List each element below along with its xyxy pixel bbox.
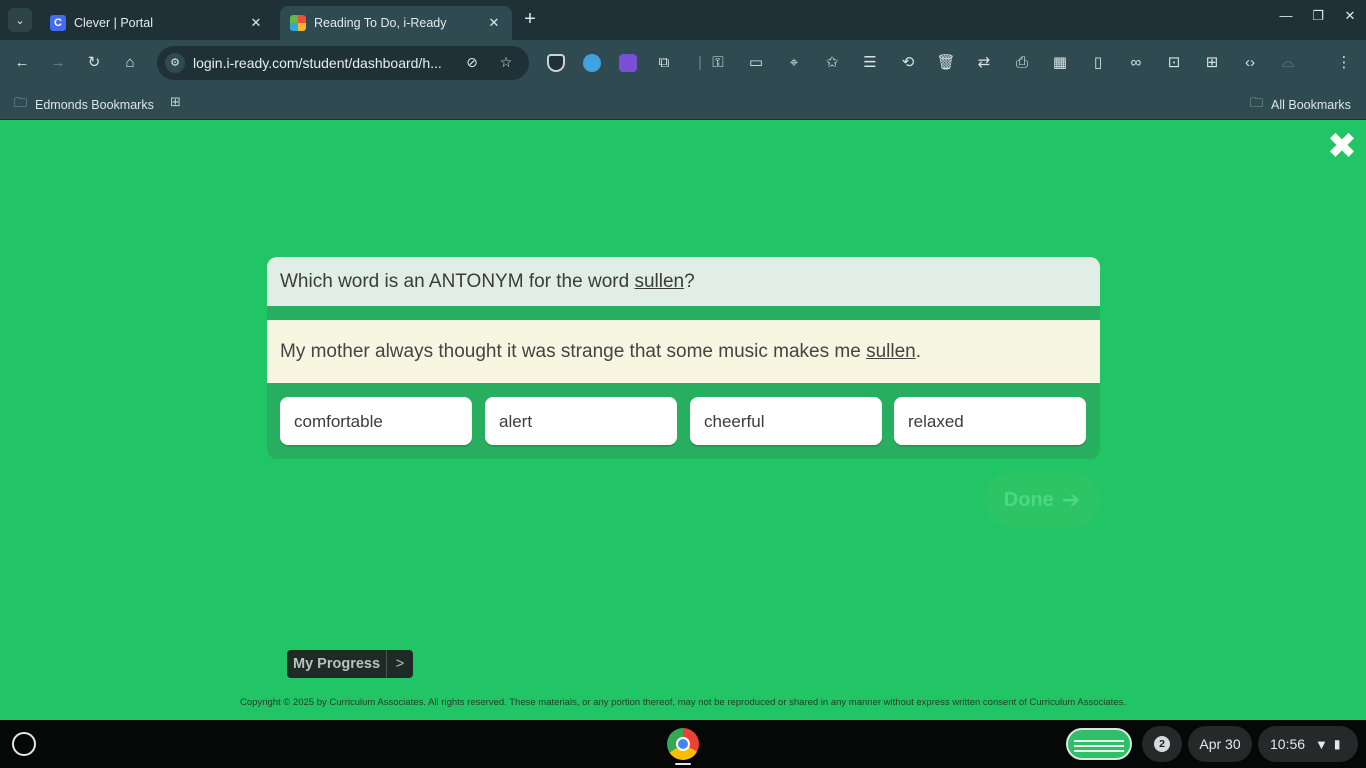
cast-icon[interactable]: ⊡ (1164, 53, 1184, 73)
question-prompt: Which word is an ANTONYM for the word su… (267, 257, 1100, 306)
trash-icon[interactable]: 🗑 (936, 53, 956, 73)
shield-extension-icon[interactable] (547, 54, 565, 72)
reader-mode-icon[interactable]: ▯ (1088, 53, 1108, 73)
close-tab-icon[interactable]: ✕ (248, 15, 264, 31)
answer-choice-relaxed[interactable]: relaxed (894, 397, 1086, 445)
tab-clever-portal[interactable]: C Clever | Portal ✕ (40, 6, 274, 40)
bookmark-label: All Bookmarks (1271, 98, 1351, 112)
done-button[interactable]: Done ➔ (984, 473, 1100, 527)
restore-icon[interactable]: ❐ (1308, 8, 1328, 24)
tab-title: Reading To Do, i-Ready (314, 16, 447, 30)
address-bar[interactable]: ⚙ login.i-ready.com/student/dashboard/h.… (157, 46, 529, 80)
wifi-icon: ▼ (1315, 736, 1328, 752)
my-progress-button[interactable]: My Progress > (287, 650, 413, 678)
home-icon[interactable]: ⌂ (120, 53, 140, 73)
qr-code-icon[interactable]: ▦ (1050, 53, 1070, 73)
apps-grid-icon[interactable]: ⊞ (170, 94, 189, 110)
notification-count-badge: 2 (1154, 736, 1170, 752)
new-tab-button[interactable]: + (520, 9, 540, 31)
tab-strip: ⌄ C Clever | Portal ✕ Reading To Do, i-R… (0, 0, 1366, 40)
date-tray[interactable]: Apr 30 (1188, 726, 1252, 762)
bookmarks-bar: 🗀 Edmonds Bookmarks ⊞ 🗀 All Bookmarks (0, 86, 1366, 120)
all-bookmarks-button[interactable]: 🗀 All Bookmarks (1250, 94, 1351, 116)
chevron-right-icon: > (395, 656, 405, 672)
site-info-icon[interactable]: ⚙ (165, 53, 185, 73)
extensions-puzzle-icon[interactable]: ⧉ (654, 53, 674, 73)
tote-line (1074, 740, 1124, 742)
star-outline-icon[interactable]: ✩ (822, 53, 842, 73)
key-icon[interactable]: ⚿ (708, 53, 728, 73)
answer-choice-cheerful[interactable]: cheerful (690, 397, 882, 445)
arrow-right-icon: ➔ (1061, 487, 1081, 512)
history-icon[interactable]: ⟲ (898, 53, 918, 73)
more-menu-icon[interactable]: ⋮ (1334, 53, 1354, 73)
notifications-button[interactable]: 2 (1142, 726, 1182, 762)
copyright-notice: Copyright © 2025 by Curriculum Associate… (240, 697, 1126, 708)
answer-choice-alert[interactable]: alert (485, 397, 677, 445)
print-icon[interactable]: ⎙ (1012, 53, 1032, 73)
tab-title: Clever | Portal (74, 16, 153, 30)
clever-favicon-icon: C (50, 15, 66, 31)
question-card: Which word is an ANTONYM for the word su… (267, 257, 1100, 459)
tote-line (1074, 750, 1124, 752)
tab-search-button[interactable]: ⌄ (8, 8, 32, 32)
question-target-word: sullen (634, 271, 685, 292)
window-close-icon[interactable]: ✕ (1340, 8, 1360, 24)
chrome-app-icon[interactable] (667, 728, 699, 760)
managed-folder-icon: 🗀 (14, 95, 28, 110)
battery-icon: ▮ (1333, 737, 1341, 751)
lesson-page: ✖ Which word is an ANTONYM for the word … (0, 121, 1366, 720)
reload-icon[interactable]: ↻ (84, 53, 104, 73)
layout-icon[interactable]: ⊞ (1202, 53, 1222, 73)
browser-toolbar: ← → ↻ ⌂ ⚙ login.i-ready.com/student/dash… (0, 40, 1366, 86)
code-icon[interactable]: ‹› (1240, 53, 1260, 73)
date-text: Apr 30 (1199, 736, 1241, 752)
card-icon[interactable]: ▭ (746, 53, 766, 73)
bookmark-label: Edmonds Bookmarks (35, 98, 154, 112)
sentence-target-word: sullen (866, 341, 916, 362)
url-text: login.i-ready.com/student/dashboard/h... (193, 55, 442, 71)
close-lesson-icon[interactable]: ✖ (1324, 128, 1360, 165)
question-text: Which word is an ANTONYM for the word (280, 271, 635, 292)
status-tray[interactable]: 10:56 ▼ ▮ (1258, 726, 1358, 762)
reading-list-icon[interactable]: ☰ (860, 53, 880, 73)
tote-holding-space-icon[interactable] (1066, 728, 1132, 760)
extension-fw-icon[interactable] (619, 54, 637, 72)
my-progress-label: My Progress (293, 656, 381, 672)
incognito-icon[interactable]: ⌓ (1278, 53, 1298, 73)
tab-iready[interactable]: Reading To Do, i-Ready ✕ (280, 6, 512, 40)
extension-blue-icon[interactable] (583, 54, 601, 72)
bookmark-folder-edmonds[interactable]: 🗀 Edmonds Bookmarks (14, 94, 154, 116)
close-tab-icon[interactable]: ✕ (486, 15, 502, 31)
bookmark-star-icon[interactable]: ☆ (497, 54, 515, 71)
grid-icon: ⊞ (170, 94, 181, 109)
location-pin-icon[interactable]: ⌖ (784, 53, 804, 73)
iready-favicon-icon (290, 15, 306, 31)
done-label: Done (1003, 488, 1054, 511)
folder-icon: 🗀 (1250, 95, 1264, 110)
question-punctuation: ? (684, 271, 695, 292)
answer-choice-comfortable[interactable]: comfortable (280, 397, 472, 445)
eye-off-icon[interactable]: ⊘ (463, 54, 481, 71)
time-text: 10:56 (1270, 736, 1306, 752)
sentence-text: My mother always thought it was strange … (280, 341, 867, 362)
back-icon[interactable]: ← (12, 53, 32, 73)
minimize-icon[interactable]: — (1276, 8, 1296, 23)
sentence-punctuation: . (915, 341, 921, 362)
context-sentence: My mother always thought it was strange … (267, 320, 1100, 383)
running-indicator (675, 763, 691, 765)
tote-line (1074, 745, 1124, 747)
os-shelf: 2 Apr 30 10:56 ▼ ▮ (0, 720, 1366, 768)
translate-icon[interactable]: ⇄ (974, 53, 994, 73)
link-icon[interactable]: ∞ (1126, 53, 1146, 73)
forward-icon[interactable]: → (48, 53, 68, 73)
toolbar-divider: | (698, 54, 702, 71)
launcher-icon[interactable] (12, 732, 36, 756)
